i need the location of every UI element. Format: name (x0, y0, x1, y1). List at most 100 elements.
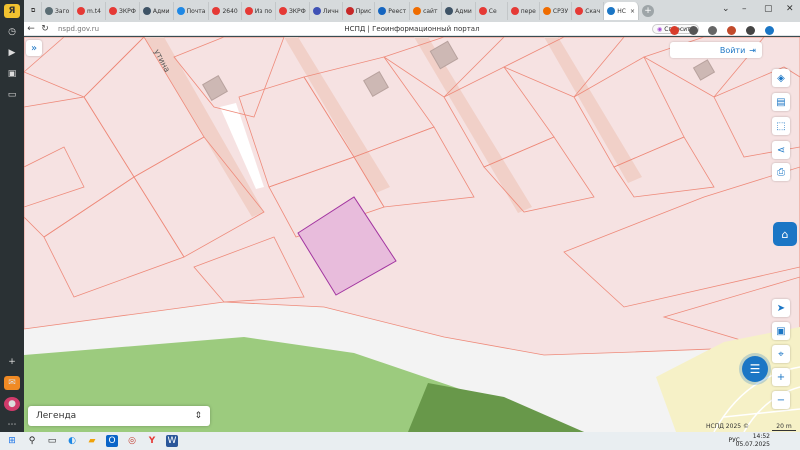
browser-tab[interactable]: Скач (572, 2, 605, 20)
back-icon[interactable]: ← (24, 24, 38, 34)
browser-tab[interactable]: Адми (442, 2, 476, 20)
browser-tab[interactable]: 2640 (209, 2, 242, 20)
expand-panel-button[interactable]: » (26, 40, 42, 56)
close-tab-icon[interactable]: × (630, 8, 635, 15)
zoom-in-button[interactable]: + (772, 368, 790, 386)
browser-tab[interactable]: Заго (42, 2, 74, 20)
tab-favicon-icon (45, 7, 53, 15)
yandex-logo-icon[interactable]: Я (4, 4, 20, 18)
chat-icon: ☰ (749, 362, 761, 376)
screen-icon[interactable]: ▭ (4, 88, 20, 102)
extension-icon[interactable] (670, 25, 679, 35)
add-icon[interactable]: + (4, 355, 20, 369)
browser-tab[interactable]: СРЗУ (540, 2, 573, 20)
alice-icon[interactable]: ● (4, 397, 20, 411)
tab-menu-button[interactable]: ⧉ (28, 2, 42, 20)
tab-label: НС (617, 7, 626, 15)
browser-tab[interactable]: сайт (410, 2, 443, 20)
extension-icon[interactable] (689, 25, 698, 35)
browser-tab[interactable]: Из по (242, 2, 276, 20)
select-area-button[interactable]: ⬚ (772, 117, 790, 135)
outlook-icon[interactable]: O (106, 435, 118, 447)
portal-logo-icon: ⌂ (781, 227, 789, 241)
reload-icon[interactable]: ↻ (38, 24, 52, 34)
browser-tab[interactable]: Почта (174, 2, 210, 20)
plus-icon: + (644, 6, 652, 16)
tab-favicon-icon (278, 7, 287, 15)
legend-select[interactable]: Легенда ⇕ (28, 406, 210, 426)
printer-icon: ⎙ (777, 166, 785, 178)
map-canvas[interactable]: утина » Войти ⇥ ◈ ▤ ⬚ ⋖ ⎙ ⌂ ➤ ▣ ⌖ + − ☰ … (24, 37, 800, 432)
select-area-icon: ⬚ (776, 120, 786, 132)
calendar-icon[interactable]: ▣ (4, 67, 20, 81)
tab-label: пере (520, 7, 536, 15)
edge-icon[interactable]: ◐ (66, 435, 78, 447)
time: 14:52 (752, 433, 770, 440)
market-icon[interactable]: ✉ (4, 376, 20, 390)
extension-icon[interactable] (708, 25, 717, 35)
search-icon[interactable]: ⚲ (26, 435, 38, 447)
navigation-arrow-icon: ➤ (776, 302, 786, 314)
browser-tab[interactable]: Личн (310, 2, 343, 20)
yandex-browser-icon[interactable]: Y (146, 435, 158, 447)
tab-favicon-icon (478, 7, 487, 15)
updown-chevron-icon: ⇕ (194, 411, 202, 421)
new-tab-button[interactable]: + (641, 5, 654, 17)
browser-tab[interactable]: НС × (604, 2, 639, 20)
login-icon: ⇥ (749, 45, 756, 55)
maximize-icon[interactable]: ▢ (764, 4, 773, 14)
close-icon[interactable]: ✕ (786, 4, 794, 14)
tab-label: 2640 (222, 7, 238, 15)
browser-tab[interactable]: Реест (375, 2, 411, 20)
extension-icon[interactable] (746, 25, 755, 35)
clock[interactable]: 14:52 05.07.2025 (736, 433, 770, 449)
explorer-icon[interactable]: ▰ (86, 435, 98, 447)
tab-label: СРЗУ (552, 7, 569, 15)
tab-label: ЗКРФ (119, 7, 136, 15)
history-icon[interactable]: ◷ (4, 25, 20, 39)
task-view-icon[interactable]: ▭ (46, 435, 58, 447)
plus-icon: + (776, 371, 786, 383)
browser-tab[interactable]: Прис (343, 2, 376, 20)
tab-favicon-icon (413, 7, 422, 15)
tab-label: Адми (455, 7, 472, 15)
browser-tab[interactable]: m.t4 (74, 2, 106, 20)
tab-label: m.t4 (87, 7, 101, 15)
login-button[interactable]: Войти ⇥ (670, 42, 762, 58)
zone-polygon[interactable] (24, 37, 800, 356)
more-icon[interactable]: ⋯ (4, 418, 20, 432)
extension-icon[interactable] (765, 25, 774, 35)
tab-favicon-icon (312, 7, 321, 15)
layers-button[interactable]: ◈ (772, 69, 790, 87)
tab-label: Почта (186, 7, 206, 15)
minus-icon: − (776, 394, 786, 406)
browser-tab[interactable]: ЗКРФ (276, 2, 310, 20)
extension-icon[interactable] (727, 25, 736, 35)
play-icon[interactable]: ▶ (4, 46, 20, 60)
print-button[interactable]: ⎙ (772, 163, 790, 181)
word-icon[interactable]: W (166, 435, 178, 447)
tab-favicon-icon (575, 7, 584, 15)
measure-button[interactable]: ▤ (772, 93, 790, 111)
geolocation-button[interactable]: ➤ (772, 299, 790, 317)
url-field[interactable]: nspd.gov.ru (58, 25, 99, 33)
portal-badge-button[interactable]: ⌂ (773, 222, 797, 246)
search-location-button[interactable]: ⌖ (772, 345, 790, 363)
browser-tab[interactable]: Се (476, 2, 508, 20)
zoom-out-button[interactable]: − (772, 391, 790, 409)
location-icon: ⌖ (778, 348, 784, 360)
basemap-button[interactable]: ▣ (772, 322, 790, 340)
tab-favicon-icon (607, 7, 616, 15)
windows-start-icon[interactable]: ⊞ (6, 435, 18, 447)
tabs-dropdown-icon[interactable]: ⌄ (722, 4, 730, 14)
chat-button[interactable]: ☰ (742, 356, 768, 382)
tab-label: Реест (388, 7, 407, 15)
share-button[interactable]: ⋖ (772, 141, 790, 159)
browser-tab[interactable]: ЗКРФ (106, 2, 140, 20)
tab-label: Се (488, 7, 497, 15)
browser-tab[interactable]: Адми (140, 2, 174, 20)
browser-tab[interactable]: пере (508, 2, 540, 20)
minimize-icon[interactable]: – (742, 4, 747, 14)
map-layer: утина (24, 37, 800, 432)
app-icon[interactable]: ◎ (126, 435, 138, 447)
